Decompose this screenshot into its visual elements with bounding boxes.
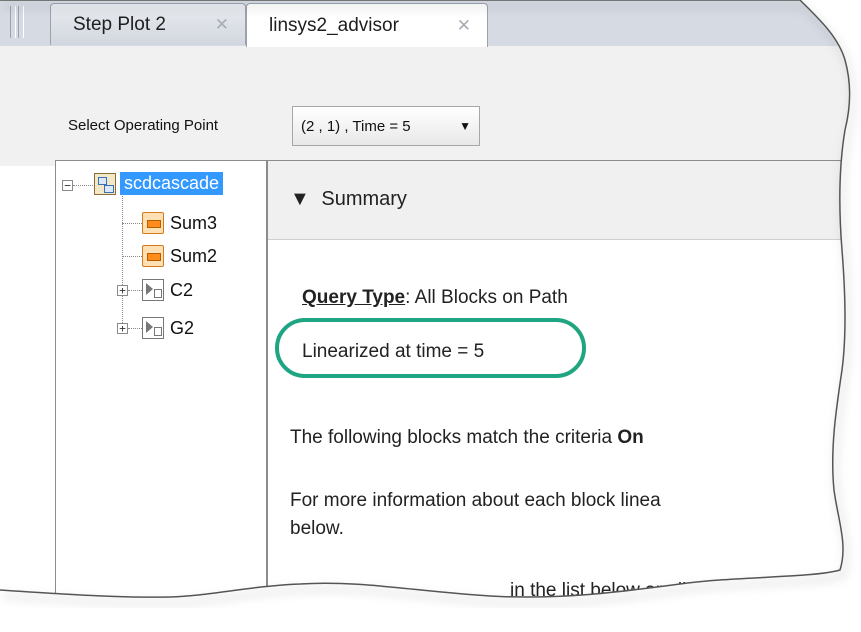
tree-item-sum2[interactable]: Sum2 (142, 245, 217, 267)
operating-point-value: (2 , 1) , Time = 5 (301, 117, 411, 135)
operating-point-dropdown[interactable]: (2 , 1) , Time = 5 ▼ (292, 106, 480, 146)
divider (268, 239, 861, 240)
tab-strip: Step Plot 2 ✕ linsys2_advisor ✕ (0, 0, 861, 47)
tree-item-label: scdcascade (120, 172, 223, 195)
expand-icon[interactable]: + (117, 323, 128, 334)
collapse-arrow-icon: ▼ (290, 188, 310, 210)
tree-item-label: Sum2 (170, 245, 218, 266)
tree-connector (122, 256, 142, 257)
close-icon[interactable]: ✕ (457, 16, 471, 36)
tree-connector (122, 193, 123, 331)
torn-screenshot: Step Plot 2 ✕ linsys2_advisor ✕ Select O… (0, 0, 861, 608)
info-text-line-1: For more information about each block li… (290, 490, 661, 511)
tab-label: linsys2_advisor (269, 14, 399, 36)
tree-item-sum3[interactable]: Sum3 (142, 212, 217, 234)
sum-block-icon (142, 245, 164, 267)
tree-item-label: Sum3 (170, 212, 218, 233)
criteria-bold: On (617, 427, 644, 448)
cut-off-text-line: in the list below are line (510, 580, 708, 601)
operating-point-label: Select Operating Point (68, 117, 219, 134)
highlight-oval (275, 318, 586, 378)
subsystem-icon (142, 279, 164, 301)
query-type-value: : All Blocks on Path (405, 287, 568, 308)
tree-connector (122, 223, 142, 224)
summary-section-header[interactable]: ▼ Summary (268, 161, 861, 239)
tab-strip-grip (10, 6, 16, 38)
collapse-icon[interactable]: − (62, 180, 73, 191)
tab-step-plot-2[interactable]: Step Plot 2 ✕ (50, 3, 246, 45)
tree-item-scdcascade[interactable]: scdcascade (94, 172, 223, 195)
close-icon[interactable]: ✕ (215, 15, 229, 35)
query-type-line: Query Type: All Blocks on Path (302, 287, 568, 309)
query-type-label[interactable]: Query Type (302, 287, 405, 308)
subsystem-icon (142, 317, 164, 339)
tree-item-c2[interactable]: C2 (142, 279, 193, 301)
info-text-line-2: below. (290, 518, 344, 539)
summary-title: ▼ Summary (290, 188, 407, 211)
model-tree: − scdcascade Sum3 Sum2 + C2 + G2 (55, 160, 267, 632)
sum-block-icon (142, 212, 164, 234)
criteria-text: The following blocks match the criteria (290, 427, 618, 448)
model-icon (94, 173, 116, 195)
tree-item-label: C2 (170, 279, 194, 300)
tab-strip-grip (18, 6, 24, 38)
chevron-down-icon: ▼ (459, 119, 471, 133)
summary-label: Summary (321, 188, 407, 210)
tab-linsys2-advisor[interactable]: linsys2_advisor ✕ (246, 3, 488, 47)
tree-connector (128, 290, 142, 291)
expand-icon[interactable]: + (117, 285, 128, 296)
tab-label: Step Plot 2 (73, 13, 166, 35)
tree-item-g2[interactable]: G2 (142, 317, 194, 339)
advisor-report-pane: ▼ Summary (267, 160, 861, 632)
criteria-line: The following blocks match the criteria … (290, 427, 644, 449)
tree-item-label: G2 (170, 317, 195, 338)
tree-connector (128, 328, 142, 329)
tree-connector (73, 185, 93, 186)
